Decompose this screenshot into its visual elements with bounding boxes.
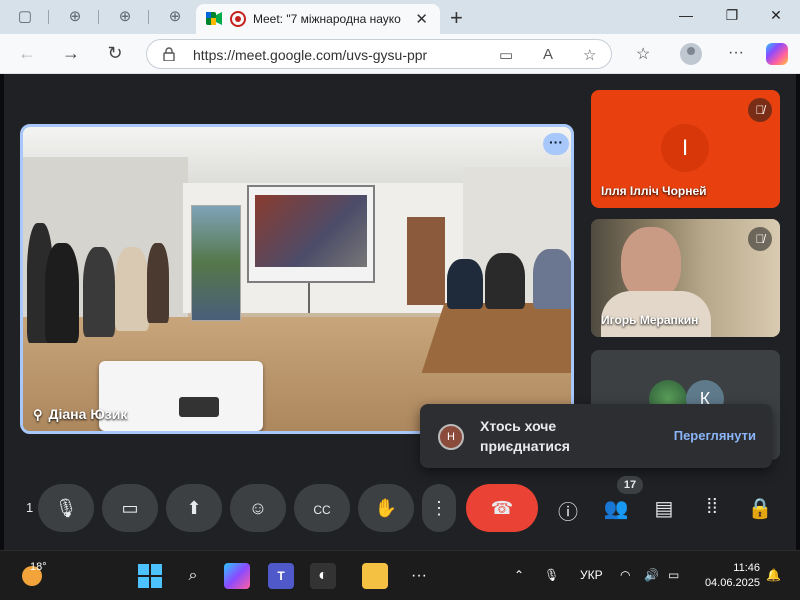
main-video-tile[interactable]: ··· ⚲ Діана Юзик bbox=[20, 124, 574, 434]
emoji-icon: ☺ bbox=[248, 498, 268, 518]
pin-icon: ⚲ bbox=[33, 407, 43, 422]
tab-divider bbox=[148, 10, 149, 24]
join-request-toast: Н Хтось хоче приєднатися Переглянути bbox=[420, 404, 772, 468]
input-language[interactable]: УКР bbox=[580, 568, 603, 582]
meeting-info-icon[interactable]: ⓘ bbox=[554, 496, 582, 525]
more-options-icon[interactable]: ··· bbox=[728, 44, 744, 62]
mic-off-icon: 🎙̸ bbox=[748, 227, 772, 251]
captions-icon: CC bbox=[313, 503, 331, 517]
participant-tile[interactable]: І 🎙̸ Ілля Ілліч Чорней bbox=[591, 90, 780, 208]
clock[interactable]: 11:46 04.06.2025 bbox=[700, 561, 760, 591]
restore-button[interactable]: ❐ bbox=[722, 7, 742, 24]
windows-taskbar: 18° ⌕ T ◐ ··· ⌃ 🎙 УКР ◠ 🔊 ▭ 11:46 04.06.… bbox=[0, 550, 800, 600]
edge-icon[interactable]: ◐ bbox=[310, 563, 336, 589]
meeting-counter: 1 bbox=[26, 500, 34, 515]
camera-in-use-icon[interactable]: ▭ bbox=[499, 46, 513, 64]
url-text[interactable]: https://meet.google.com/uvs-gysu-ppr bbox=[193, 47, 427, 63]
tab-bar: ▢ ⊕ ⊕ ⊕ Meet: "7 міжнародна науко ✕ + — … bbox=[0, 0, 800, 34]
file-explorer-icon[interactable] bbox=[362, 563, 388, 589]
hang-up-icon: ☎ bbox=[490, 498, 514, 518]
copilot-icon[interactable] bbox=[224, 563, 250, 589]
temperature: 18° bbox=[30, 561, 47, 573]
date: 04.06.2025 bbox=[704, 577, 760, 589]
refresh-button[interactable]: ↻ bbox=[104, 43, 126, 64]
tab-title: Meet: "7 міжнародна науко bbox=[253, 12, 401, 26]
join-request-message: Хтось хоче приєднатися bbox=[480, 418, 570, 454]
teams-icon[interactable]: T bbox=[268, 563, 294, 589]
more-vert-icon: ⋮ bbox=[430, 498, 448, 518]
captions-button[interactable]: CC bbox=[294, 484, 350, 532]
globe-icon[interactable]: ⊕ bbox=[114, 8, 136, 26]
more-apps-icon[interactable]: ··· bbox=[406, 563, 432, 589]
microphone-in-use-icon[interactable]: 🎙 bbox=[544, 568, 559, 582]
participant-tile[interactable]: 🎙̸ Игорь Мерапкин bbox=[591, 219, 780, 337]
present-icon: ⬆ bbox=[186, 498, 202, 518]
hand-icon: ✋ bbox=[374, 498, 398, 518]
camera-icon: ▭ bbox=[121, 498, 139, 518]
volume-icon[interactable]: 🔊 bbox=[644, 568, 659, 582]
search-icon[interactable]: ⌕ bbox=[180, 563, 206, 589]
minimize-button[interactable]: — bbox=[676, 7, 696, 23]
globe-icon[interactable]: ⊕ bbox=[164, 8, 186, 26]
start-button[interactable] bbox=[138, 564, 162, 588]
url-field[interactable]: https://meet.google.com/uvs-gysu-ppr ▭ A… bbox=[146, 39, 612, 69]
present-screen-button[interactable]: ⬆ bbox=[166, 484, 222, 532]
requester-avatar: Н bbox=[438, 424, 464, 450]
google-meet-icon bbox=[206, 12, 222, 25]
notifications-icon[interactable]: 🔔 bbox=[766, 568, 781, 582]
lock-icon[interactable] bbox=[163, 47, 175, 61]
leave-call-button[interactable]: ☎ bbox=[466, 484, 538, 532]
participant-avatar: І bbox=[661, 124, 709, 172]
read-aloud-icon[interactable]: A bbox=[543, 46, 553, 63]
camera-button[interactable]: ▭ bbox=[102, 484, 158, 532]
participant-name: Ілля Ілліч Чорней bbox=[601, 184, 707, 198]
globe-icon[interactable]: ⊕ bbox=[64, 8, 86, 26]
favorite-star-icon[interactable]: ☆ bbox=[583, 46, 596, 64]
forward-button[interactable]: → bbox=[60, 43, 82, 64]
main-speaker-name: Діана Юзик bbox=[48, 406, 128, 422]
host-controls-icon[interactable]: 🔒 bbox=[746, 496, 774, 521]
reactions-button[interactable]: ☺ bbox=[230, 484, 286, 532]
mic-off-icon: 🎙̸ bbox=[748, 98, 772, 122]
chevron-up-icon[interactable]: ⌃ bbox=[514, 568, 524, 582]
chat-icon[interactable]: ▤ bbox=[650, 496, 678, 521]
raise-hand-button[interactable]: ✋ bbox=[358, 484, 414, 532]
active-tab[interactable]: Meet: "7 міжнародна науко ✕ bbox=[196, 4, 440, 34]
participant-name: Игорь Мерапкин bbox=[601, 313, 699, 327]
more-options-button[interactable]: ⋮ bbox=[422, 484, 456, 532]
back-button[interactable]: ← bbox=[16, 43, 38, 64]
tile-options-button[interactable]: ··· bbox=[543, 133, 569, 155]
new-tab-button[interactable]: + bbox=[450, 5, 463, 31]
tab-divider bbox=[48, 10, 49, 24]
tab-actions-icon[interactable]: ▢ bbox=[14, 8, 36, 26]
wifi-icon[interactable]: ◠ bbox=[620, 568, 630, 582]
time: 11:46 bbox=[733, 562, 760, 574]
microphone-icon: 🎙 bbox=[54, 498, 78, 518]
copilot-icon[interactable] bbox=[766, 43, 788, 65]
view-request-button[interactable]: Переглянути bbox=[674, 428, 756, 443]
people-icon[interactable]: 👥 bbox=[602, 496, 630, 521]
close-window-button[interactable]: ✕ bbox=[766, 7, 786, 24]
tab-divider bbox=[98, 10, 99, 24]
favorites-icon[interactable]: ☆ bbox=[636, 44, 650, 64]
conference-room-video bbox=[23, 127, 571, 431]
battery-icon[interactable]: ▭ bbox=[668, 568, 679, 582]
microphone-button[interactable]: 🎙 bbox=[38, 484, 94, 532]
close-tab-icon[interactable]: ✕ bbox=[415, 10, 428, 28]
address-bar: ← → ↻ https://meet.google.com/uvs-gysu-p… bbox=[0, 34, 800, 74]
participant-count-badge: 17 bbox=[617, 476, 643, 494]
profile-avatar[interactable] bbox=[680, 43, 702, 65]
recording-icon bbox=[230, 11, 246, 27]
activities-icon[interactable]: ⁞⁞ bbox=[698, 496, 726, 519]
